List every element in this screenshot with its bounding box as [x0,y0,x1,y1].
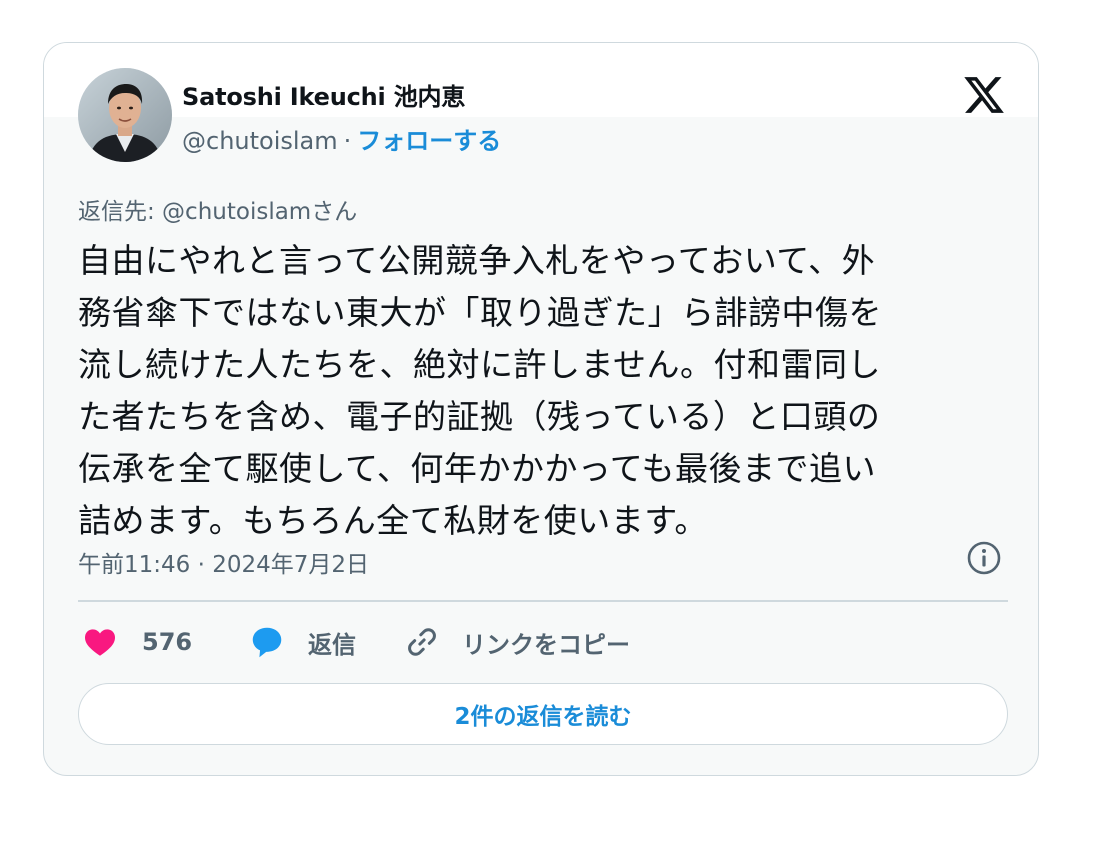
tweet-text-line: 流し続けた人たちを、絶対に許しません。付和雷同し [78,345,882,384]
tweet-text-line: 自由にやれと言って公開競争入札をやっておいて、外 [78,241,876,280]
follow-button[interactable]: フォローする [357,127,501,155]
action-bar: 576 返信 リンクをコピー [78,621,1008,663]
tweet-text: 自由にやれと言って公開競争入札をやっておいて、外 務省傘下ではない東大が「取り過… [78,235,998,547]
copy-link-label: リンクをコピー [462,630,630,659]
embedded-tweet-card[interactable]: Satoshi Ikeuchi 池内恵 @chutoislam · フォローする 返… [43,42,1039,776]
copy-link-button[interactable]: リンクをコピー [404,621,630,663]
reply-label: 返信 [308,630,356,659]
divider [78,600,1008,602]
info-icon[interactable] [966,540,1002,576]
read-replies-button[interactable]: 2件の返信を読む [78,683,1008,745]
tweet-text-line: た者たちを含め、電子的証拠（残っている）と口頭の [78,397,881,436]
author-name[interactable]: Satoshi Ikeuchi 池内恵 [182,77,465,112]
tweet-timestamp[interactable]: 午前11:46 · 2024年7月2日 [78,545,369,579]
reply-button[interactable]: 返信 [248,621,356,663]
tweet-text-line: 伝承を全て駆使して、何年かかかっても最後まで追い [78,449,877,488]
x-logo-icon[interactable] [962,73,1006,117]
tweet-text-line: 詰めます。もちろん全て私財を使います。 [78,501,708,540]
avatar-portrait [78,68,172,162]
link-icon [408,628,436,656]
heart-icon [85,629,115,656]
reply-to-context: 返信先: @chutoislamさん [78,199,358,225]
author-handle[interactable]: @chutoislam [182,127,338,155]
speech-bubble-icon [252,627,282,658]
avatar[interactable] [78,68,172,162]
tweet-text-line: 務省傘下ではない東大が「取り過ぎた」ら誹謗中傷を [78,293,882,332]
author-meta: @chutoislam · フォローする [182,121,501,156]
separator-dot: · [343,127,352,155]
like-button[interactable]: 576 [82,621,192,663]
like-count: 576 [142,628,193,656]
